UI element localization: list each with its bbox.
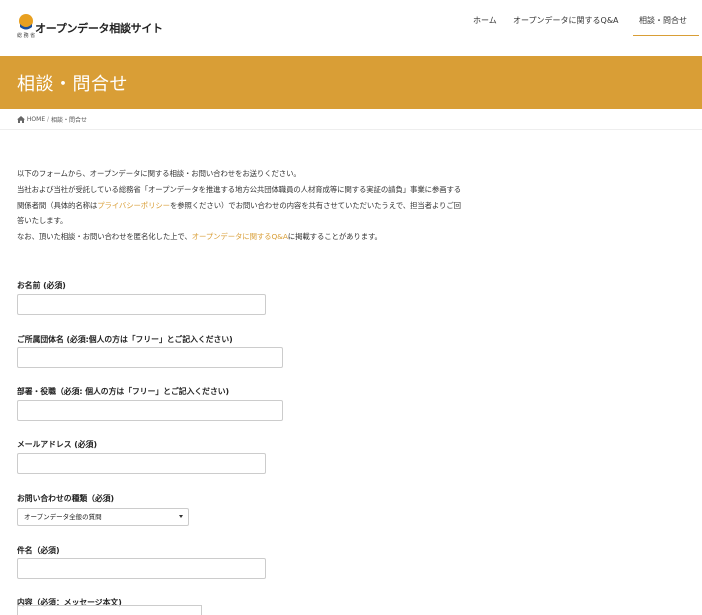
content-textarea[interactable] <box>17 605 202 615</box>
logo-subtext: 総 務 省 <box>17 33 36 39</box>
nav-item-label: ホーム <box>473 16 497 25</box>
breadcrumb: HOME / 相談・問合せ <box>17 115 87 124</box>
nav-item-contact[interactable]: 相談・問合せ <box>633 14 699 36</box>
nav-item-label: オープンデータに関するQ&A <box>513 16 619 25</box>
email-label: メールアドレス (必須) <box>17 440 98 449</box>
chevron-down-icon <box>179 515 183 518</box>
page-title: 相談・問合せ <box>17 74 128 95</box>
department-input[interactable] <box>17 400 283 421</box>
name-label: お名前 (必須) <box>17 281 66 290</box>
breadcrumb-home[interactable]: HOME <box>27 116 45 123</box>
divider <box>0 129 702 130</box>
intro-text-3a: なお、頂いた相談・お問い合わせを匿名化した上で、 <box>17 232 192 242</box>
page-header-banner: 相談・問合せ <box>0 56 702 109</box>
nav-item-qa[interactable]: オープンデータに関するQ&A <box>513 14 619 36</box>
intro-text: 以下のフォームから、オープンデータに関する相談・お問い合わせをお送りください。 … <box>17 166 467 245</box>
organization-label: ご所属団体名 (必須:個人の方は「フリー」とご記入ください) <box>17 335 233 344</box>
intro-text-3b: に掲載することがあります。 <box>287 232 382 242</box>
breadcrumb-current: 相談・問合せ <box>51 117 88 124</box>
inquiry-type-select[interactable]: オープンデータ全般の質問 <box>17 508 189 526</box>
inquiry-type-label: お問い合わせの種類（必須) <box>17 494 115 503</box>
intro-paragraph-3: なお、頂いた相談・お問い合わせを匿名化した上で、オープンデータに関するQ&Aに掲… <box>17 229 467 245</box>
subject-label: 件名（必須) <box>17 546 60 555</box>
subject-input[interactable] <box>17 558 266 579</box>
inquiry-type-value: オープンデータ全般の質問 <box>24 513 102 521</box>
site-title[interactable]: オープンデータ相談サイト <box>35 20 163 36</box>
privacy-policy-link[interactable]: プライバシーポリシー <box>97 201 170 210</box>
home-icon <box>17 116 25 123</box>
site-header: 総 務 省 オープンデータ相談サイト ホーム オープンデータに関するQ&A 相談… <box>0 0 702 56</box>
intro-paragraph-1: 以下のフォームから、オープンデータに関する相談・お問い合わせをお送りください。 <box>17 169 301 178</box>
department-label: 部署・役職（必須: 個人の方は「フリー」とご記入ください) <box>17 387 230 396</box>
intro-paragraph-2: 当社および当社が受託している総務省「オープンデータを推進する地方公共団体職員の人… <box>17 182 467 229</box>
organization-input[interactable] <box>17 347 283 368</box>
breadcrumb-separator: / <box>47 116 50 123</box>
nav-item-home[interactable]: ホーム <box>473 14 497 36</box>
name-input[interactable] <box>17 294 266 315</box>
qa-link[interactable]: オープンデータに関するQ&A <box>192 232 288 241</box>
email-input[interactable] <box>17 453 266 474</box>
nav-item-label: 相談・問合せ <box>639 16 687 25</box>
